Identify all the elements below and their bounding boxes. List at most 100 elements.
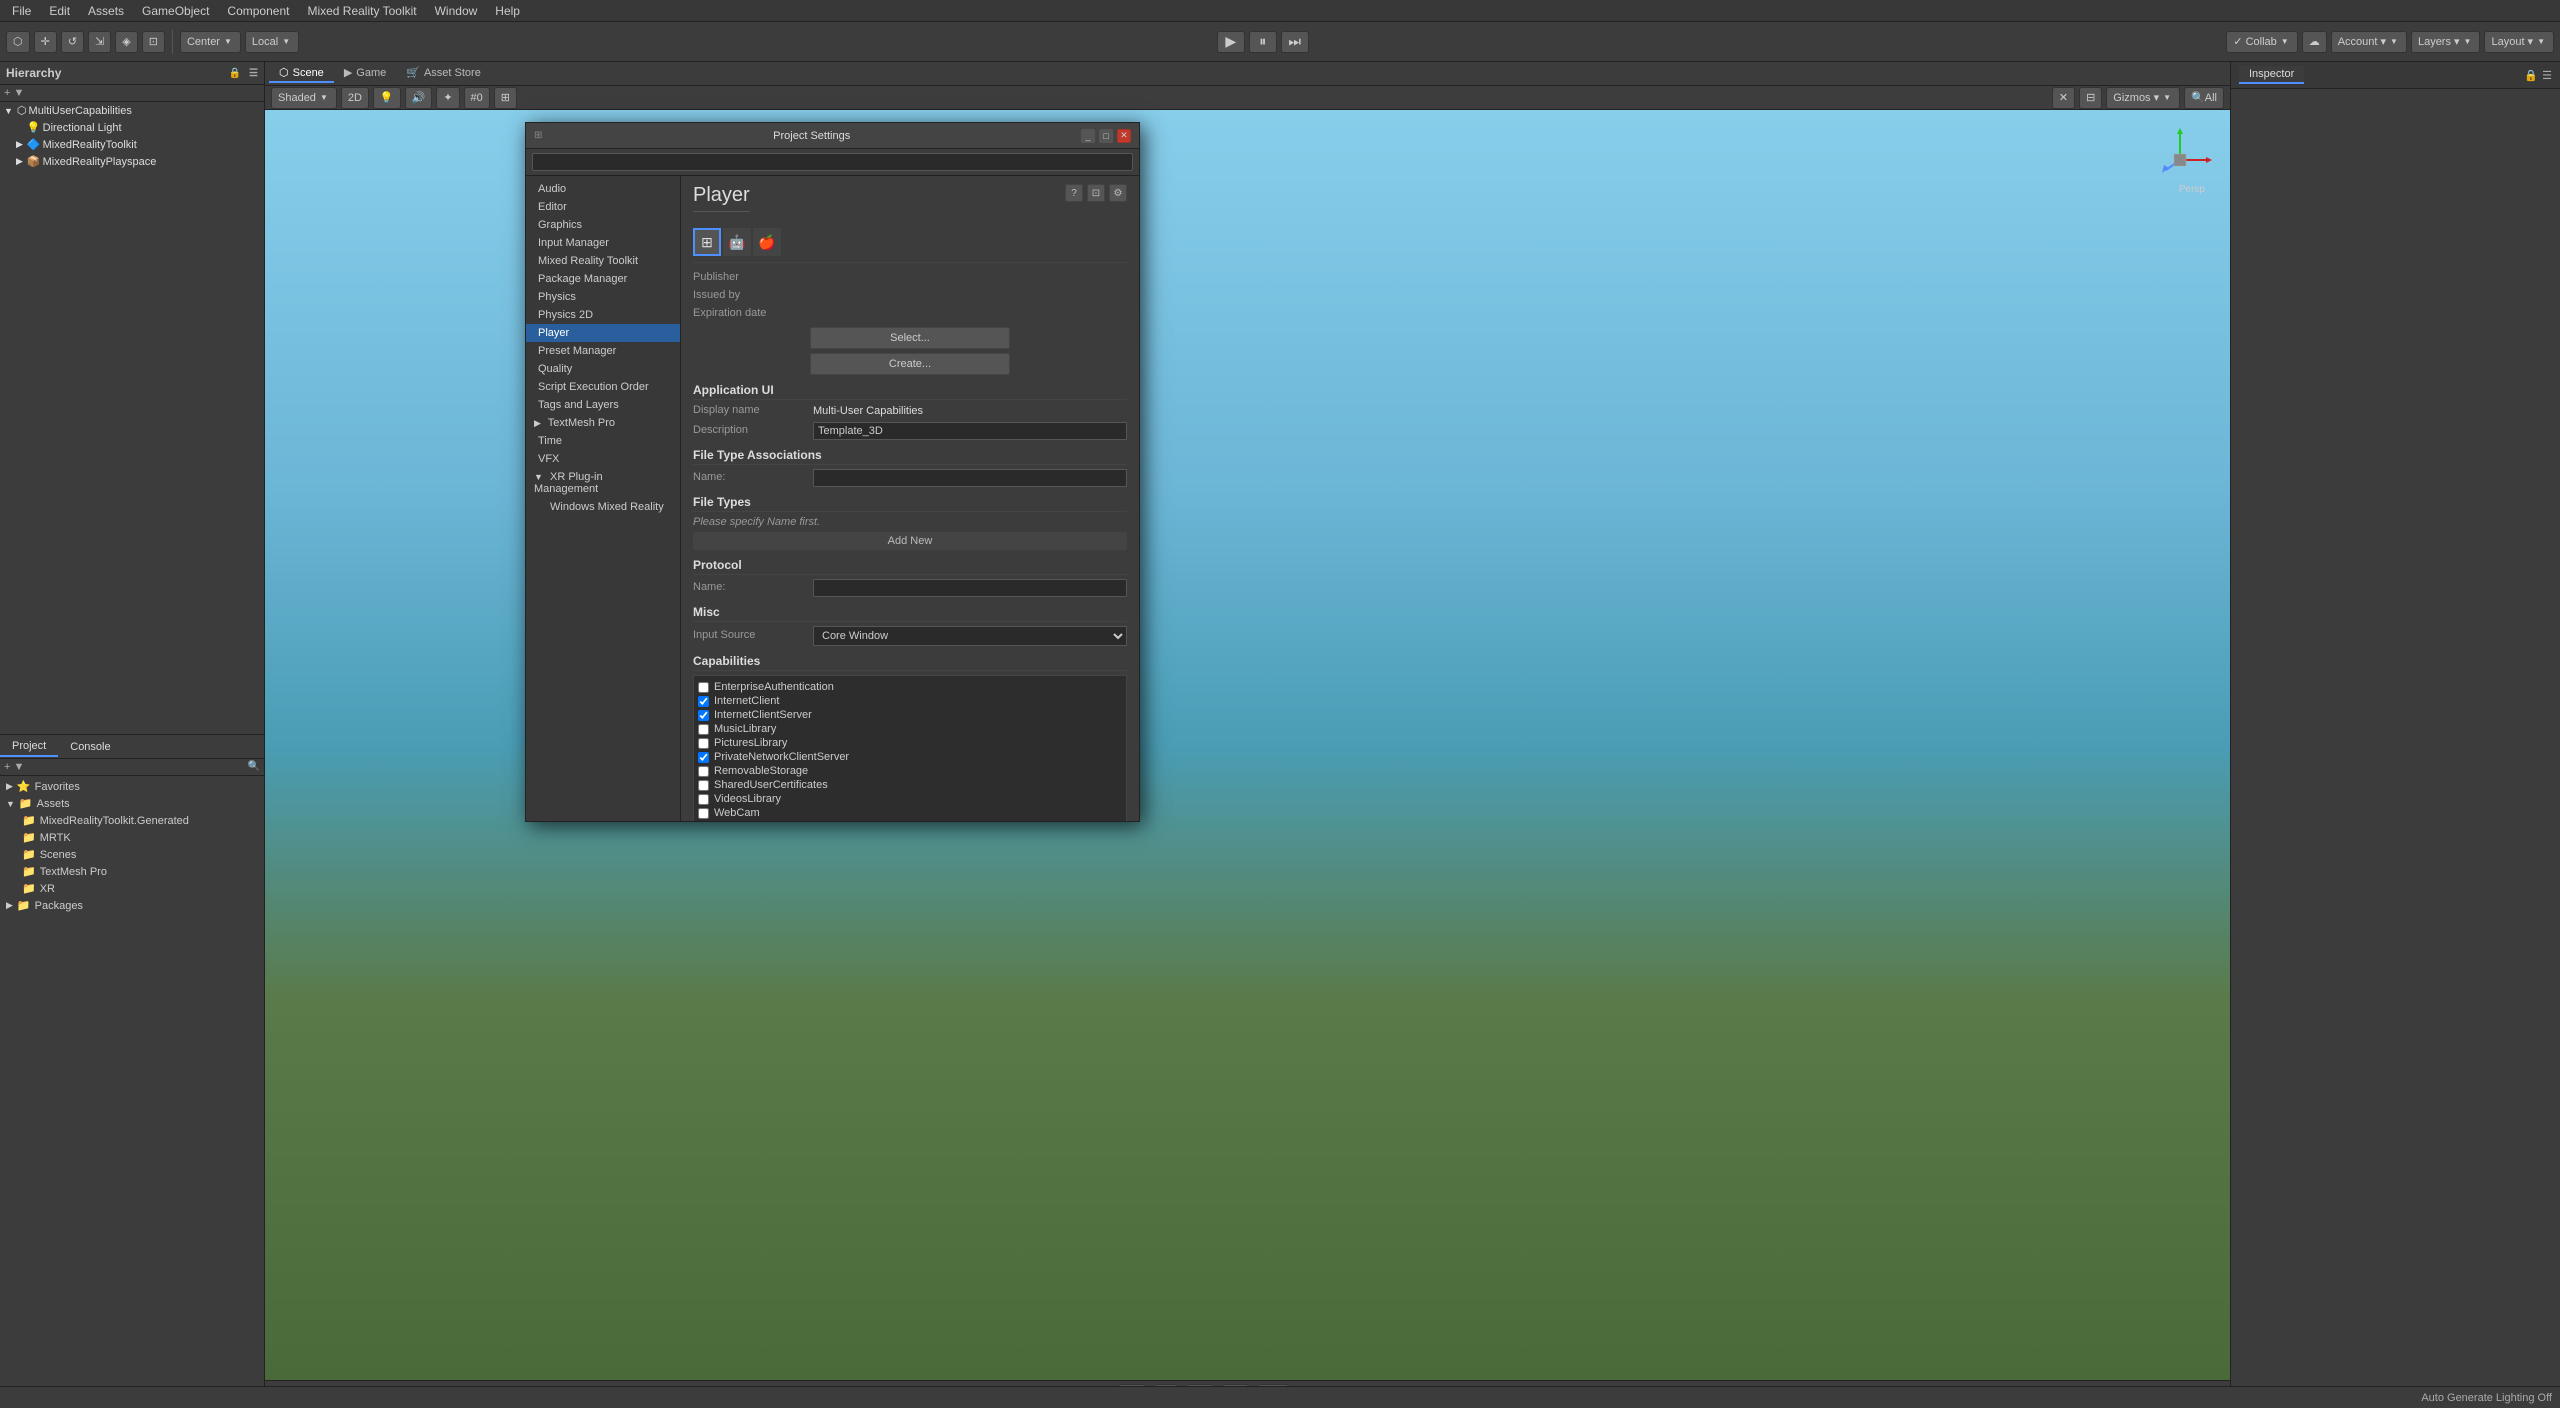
2d-toggle[interactable]: 2D [341, 87, 369, 109]
settings-time[interactable]: Time [526, 432, 680, 450]
menu-edit[interactable]: Edit [41, 2, 78, 20]
cap-videos-library-cb[interactable] [698, 794, 709, 805]
project-item-textmesh[interactable]: 📁 TextMesh Pro [0, 863, 264, 880]
menu-assets[interactable]: Assets [80, 2, 132, 20]
layout-button[interactable]: Layout ▾ [2484, 31, 2554, 53]
lighting-btn[interactable]: 💡 [373, 87, 401, 109]
file-type-name-input[interactable] [813, 469, 1127, 487]
settings-script-execution[interactable]: Script Execution Order [526, 378, 680, 396]
gizmo-hide[interactable]: ✕ [2052, 87, 2075, 109]
cap-shared-certs-cb[interactable] [698, 780, 709, 791]
hierarchy-item-mrtk[interactable]: ▶ 🔷 MixedRealityToolkit [0, 136, 264, 153]
cap-removable-storage-cb[interactable] [698, 766, 709, 777]
platform-android[interactable]: 🤖 [723, 228, 751, 256]
settings-mrtk[interactable]: Mixed Reality Toolkit [526, 252, 680, 270]
modal-minimize[interactable]: _ [1081, 129, 1095, 143]
tool-transform[interactable]: ⊡ [142, 31, 165, 53]
settings-vfx[interactable]: VFX [526, 450, 680, 468]
tool-rotate[interactable]: ↺ [61, 31, 84, 53]
cap-music-library-cb[interactable] [698, 724, 709, 735]
platform-windows[interactable]: ⊞ [693, 228, 721, 256]
settings-editor[interactable]: Editor [526, 198, 680, 216]
project-tab[interactable]: Project [0, 737, 58, 757]
project-item-mrtk-generated[interactable]: 📁 MixedRealityToolkit.Generated [0, 812, 264, 829]
cap-private-network-cb[interactable] [698, 752, 709, 763]
cloud-button[interactable]: ☁ [2302, 31, 2327, 53]
project-item-mrtk[interactable]: 📁 MRTK [0, 829, 264, 846]
scene-gizmo[interactable]: Persp [2140, 120, 2220, 200]
player-help-btn[interactable]: ? [1065, 184, 1083, 202]
settings-audio[interactable]: Audio [526, 180, 680, 198]
hierarchy-item-playspace[interactable]: ▶ 📦 MixedRealityPlayspace [0, 153, 264, 170]
menu-window[interactable]: Window [427, 2, 486, 20]
cap-internet-client-cb[interactable] [698, 696, 709, 707]
player-preset-btn[interactable]: ⊡ [1087, 184, 1105, 202]
settings-windows-mixed[interactable]: Windows Mixed Reality [526, 498, 680, 516]
assets-group[interactable]: ▼ 📁 Assets [0, 795, 264, 812]
add-new-button[interactable]: Add New [693, 532, 1127, 550]
description-input[interactable] [813, 422, 1127, 440]
cap-internet-client-server-cb[interactable] [698, 710, 709, 721]
project-item-xr[interactable]: 📁 XR [0, 880, 264, 897]
tab-scene[interactable]: ⬡ Scene [269, 64, 334, 83]
tool-move[interactable]: ✛ [34, 31, 57, 53]
inspector-lock-icon[interactable]: 🔒 [2524, 69, 2538, 82]
account-button[interactable]: Account ▾ [2331, 31, 2407, 53]
effects-btn[interactable]: ✦ [436, 87, 459, 109]
tab-asset-store[interactable]: 🛒 Asset Store [396, 64, 491, 83]
settings-player[interactable]: Player [526, 324, 680, 342]
snap-btn[interactable]: ⊟ [2079, 87, 2102, 109]
menu-component[interactable]: Component [219, 2, 297, 20]
hierarchy-item-directional-light[interactable]: ▶ 💡 Directional Light [0, 119, 264, 136]
settings-preset-manager[interactable]: Preset Manager [526, 342, 680, 360]
player-settings-btn[interactable]: ⚙ [1109, 184, 1127, 202]
create-button[interactable]: Create... [810, 353, 1010, 375]
settings-graphics[interactable]: Graphics [526, 216, 680, 234]
tool-hand[interactable]: ⬡ [6, 31, 30, 53]
settings-input-manager[interactable]: Input Manager [526, 234, 680, 252]
project-item-scenes[interactable]: 📁 Scenes [0, 846, 264, 863]
menu-gameobject[interactable]: GameObject [134, 2, 217, 20]
platform-ios[interactable]: 🍎 [753, 228, 781, 256]
pause-button[interactable]: ⏸ [1249, 31, 1277, 53]
input-source-dropdown[interactable]: Core Window [813, 626, 1127, 646]
settings-physics[interactable]: Physics [526, 288, 680, 306]
hierarchy-root[interactable]: ▼ ⬡ MultiUserCapabilities [0, 102, 264, 119]
settings-textmesh[interactable]: ▶ TextMesh Pro [526, 414, 680, 432]
project-item-packages[interactable]: ▶ 📁 Packages [0, 897, 264, 914]
collab-button[interactable]: ✓ Collab [2226, 31, 2297, 53]
modal-close[interactable]: ✕ [1117, 129, 1131, 143]
local-toggle[interactable]: Local [245, 31, 299, 53]
hierarchy-lock[interactable]: 🔒 [229, 68, 241, 79]
modal-maximize[interactable]: □ [1099, 129, 1113, 143]
add-project-btn[interactable]: + ▼ [4, 761, 24, 773]
gizmos-dropdown[interactable]: Gizmos ▾ [2106, 87, 2180, 109]
settings-quality[interactable]: Quality [526, 360, 680, 378]
favorites-group[interactable]: ▶ ⭐ Favorites [0, 778, 264, 795]
settings-search-input[interactable] [532, 153, 1133, 171]
settings-physics-2d[interactable]: Physics 2D [526, 306, 680, 324]
menu-mixed-reality[interactable]: Mixed Reality Toolkit [299, 2, 424, 20]
render-scale[interactable]: ⊞ [494, 87, 517, 109]
tool-rect[interactable]: ◈ [115, 31, 137, 53]
shading-dropdown[interactable]: Shaded [271, 87, 337, 109]
play-button[interactable]: ▶ [1217, 31, 1245, 53]
cap-pictures-library-cb[interactable] [698, 738, 709, 749]
tab-game[interactable]: ▶ Game [334, 64, 396, 83]
menu-help[interactable]: Help [487, 2, 528, 20]
cap-webcam-cb[interactable] [698, 808, 709, 819]
cap-enterprise-auth-cb[interactable] [698, 682, 709, 693]
center-toggle[interactable]: Center [180, 31, 241, 53]
settings-package-manager[interactable]: Package Manager [526, 270, 680, 288]
menu-file[interactable]: File [4, 2, 39, 20]
select-button[interactable]: Select... [810, 327, 1010, 349]
add-hierarchy-btn[interactable]: + ▼ [4, 87, 24, 99]
hierarchy-menu[interactable]: ☰ [249, 68, 258, 79]
grid-btn[interactable]: #0 [464, 87, 490, 109]
audio-btn[interactable]: 🔊 [405, 87, 433, 109]
protocol-name-input[interactable] [813, 579, 1127, 597]
console-tab[interactable]: Console [58, 738, 122, 756]
step-button[interactable]: ⏭ [1281, 31, 1309, 53]
layers-button[interactable]: Layers ▾ [2411, 31, 2481, 53]
tool-scale[interactable]: ⇲ [88, 31, 111, 53]
